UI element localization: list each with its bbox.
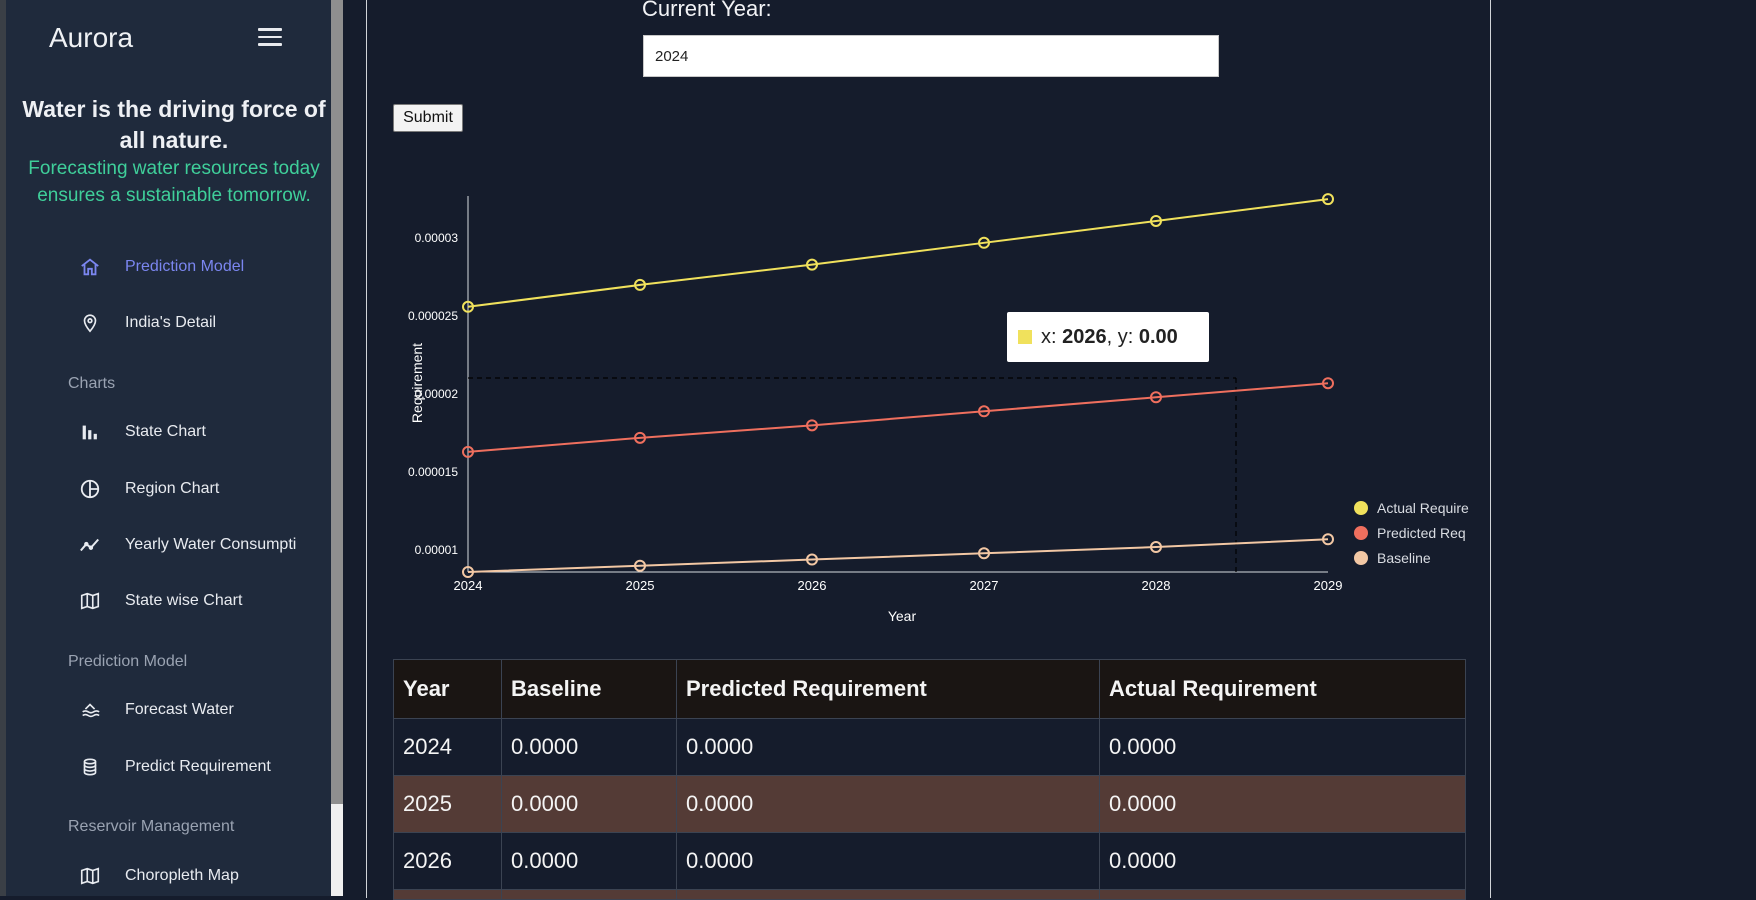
map-icon [78, 864, 102, 888]
cell-actual: 0.0000 [1099, 832, 1466, 890]
section-label-reservoir-management: Reservoir Management [68, 818, 235, 835]
y-tick-label: 0.00003 [415, 231, 459, 245]
tooltip-x-label: x: [1041, 325, 1063, 348]
sidebar-item-label: State Chart [125, 423, 206, 440]
sidebar-item-yearly-water-consumption[interactable]: Yearly Water Consumpti [78, 525, 296, 565]
cell-year: 2025 [393, 775, 502, 833]
x-tick-label: 2028 [1142, 578, 1171, 593]
tooltip-y-label: , y: [1106, 325, 1139, 348]
current-year-input[interactable] [643, 35, 1219, 77]
legend-label: Baseline [1377, 550, 1431, 566]
series-line-2 [467, 538, 1329, 573]
sidebar-item-state-wise-chart[interactable]: State wise Chart [78, 581, 242, 621]
requirement-line-chart: 0.000010.0000150.000020.0000250.00003202… [408, 193, 1469, 624]
sidebar-item-label: India's Detail [125, 314, 217, 331]
x-tick-label: 2027 [970, 578, 999, 593]
y-tick-label: 0.000015 [408, 465, 458, 479]
tagline: Water is the driving force of all nature… [22, 96, 326, 153]
x-tick-label: 2029 [1314, 578, 1343, 593]
table-row-partial [393, 889, 1466, 900]
database-icon [78, 755, 102, 779]
cell-year: 2024 [393, 718, 502, 776]
sidebar-item-prediction-model[interactable]: Prediction Model [78, 247, 244, 287]
tooltip-swatch [1018, 330, 1032, 344]
tooltip-y-value: 0.00 [1138, 325, 1178, 348]
x-tick-label: 2025 [626, 578, 655, 593]
requirement-table: Year Baseline Predicted Requirement Actu… [393, 659, 1466, 900]
legend-marker [1354, 501, 1368, 515]
cell-predicted: 0.0000 [676, 718, 1100, 776]
cell-predicted: 0.0000 [676, 775, 1100, 833]
table-row: 2025 0.0000 0.0000 0.0000 [393, 775, 1466, 833]
trend-line-icon [78, 533, 102, 557]
sidebar-item-label: Predict Requirement [125, 758, 271, 775]
column-header-actual-requirement: Actual Requirement [1099, 659, 1466, 719]
pie-chart-icon [78, 477, 102, 501]
home-icon [78, 255, 102, 279]
bar-chart-icon [78, 420, 102, 444]
legend-label: Predicted Req [1377, 525, 1466, 541]
sidebar-item-label: State wise Chart [125, 592, 243, 609]
y-tick-label: 0.000025 [408, 309, 458, 323]
column-header-predicted-requirement: Predicted Requirement [676, 659, 1100, 719]
map-icon [78, 589, 102, 613]
current-year-label: Current Year: [642, 0, 772, 21]
legend-label: Actual Require [1377, 500, 1469, 516]
y-tick-label: 0.00001 [415, 543, 459, 557]
sidebar-item-state-chart[interactable]: State Chart [78, 412, 206, 452]
table-header-row: Year Baseline Predicted Requirement Actu… [393, 659, 1466, 719]
sidebar-item-region-chart[interactable]: Region Chart [78, 469, 219, 509]
cell-baseline: 0.0000 [501, 775, 677, 833]
legend-marker [1354, 526, 1368, 540]
sidebar-item-label: Region Chart [125, 480, 220, 497]
cell-predicted: 0.0000 [676, 832, 1100, 890]
sidebar-scrollbar-thumb[interactable] [331, 0, 343, 804]
sidebar-item-choropleth-map[interactable]: Choropleth Map [78, 856, 239, 896]
tooltip-x-value: 2026 [1062, 325, 1107, 348]
column-header-baseline: Baseline [501, 659, 677, 719]
brand-name: Aurora [49, 22, 134, 53]
hamburger-menu-icon[interactable] [258, 28, 282, 48]
chart-tooltip: x: 2026 , y: 0.00 [1007, 312, 1209, 362]
sidebar-item-label: Forecast Water [125, 701, 234, 718]
cell-year: 2026 [393, 832, 502, 890]
x-axis-label: Year [888, 608, 917, 624]
x-tick-label: 2026 [798, 578, 827, 593]
sidebar-item-forecast-water[interactable]: Forecast Water [78, 690, 234, 730]
section-label-charts: Charts [68, 375, 116, 392]
water-waves-icon [78, 698, 102, 722]
sidebar-item-label: Choropleth Map [125, 867, 239, 884]
cell-actual: 0.0000 [1099, 718, 1466, 776]
sidebar-item-predict-requirement[interactable]: Predict Requirement [78, 747, 271, 787]
sub-tagline: Forecasting water resources today ensure… [28, 158, 320, 206]
sidebar-item-indias-detail[interactable]: India's Detail [78, 303, 216, 343]
cell-actual: 0.0000 [1099, 775, 1466, 833]
x-tick-label: 2024 [454, 578, 483, 593]
table-row: 2026 0.0000 0.0000 0.0000 [393, 832, 1466, 890]
series-line-1 [467, 382, 1329, 453]
sidebar-item-label: Yearly Water Consumpti [125, 536, 297, 553]
y-axis-label: Requirement [409, 343, 425, 423]
location-pin-icon [78, 311, 102, 335]
cell-baseline: 0.0000 [501, 832, 677, 890]
column-header-year: Year [393, 659, 502, 719]
submit-button[interactable]: Submit [393, 104, 463, 132]
sidebar: Aurora Water is the driving force of all… [0, 0, 331, 896]
table-row: 2024 0.0000 0.0000 0.0000 [393, 718, 1466, 776]
section-label-prediction-model: Prediction Model [68, 653, 188, 670]
legend-marker [1354, 551, 1368, 565]
cell-baseline: 0.0000 [501, 718, 677, 776]
sidebar-item-label: Prediction Model [125, 258, 245, 275]
series-line-0 [467, 198, 1329, 308]
